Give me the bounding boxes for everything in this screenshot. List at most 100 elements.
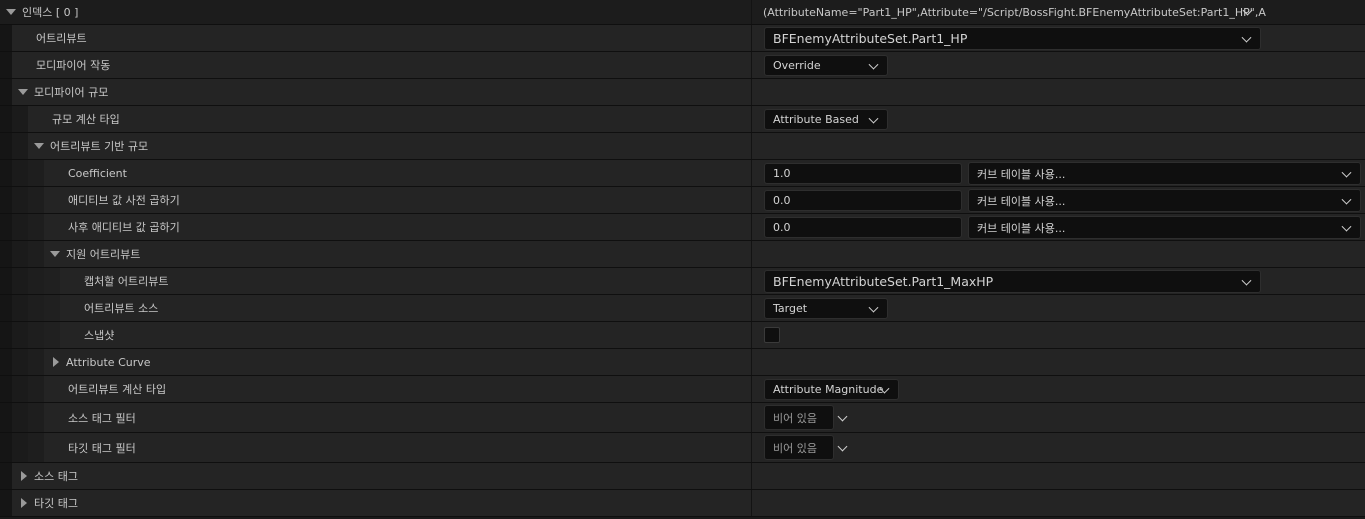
row-source-tag-filter: 소스 태그 필터 비어 있음 <box>0 403 1365 433</box>
attribute-based-magnitude-label: 어트리뷰트 기반 규모 <box>50 140 149 153</box>
indent-gutter <box>0 268 12 294</box>
chevron-down-icon <box>1341 167 1352 178</box>
indent-gutter <box>12 433 28 462</box>
coefficient-curve-select[interactable]: 커브 테이블 사용... <box>968 162 1361 185</box>
pre-multiply-curve-label: 커브 테이블 사용... <box>977 194 1066 208</box>
row-attribute: 어트리뷰트 BFEnemyAttributeSet.Part1_HP <box>0 25 1365 52</box>
expand-arrow-icon <box>34 143 44 149</box>
row-attribute-curve: Attribute Curve <box>0 349 1365 376</box>
source-tags-label: 소스 태그 <box>34 470 78 483</box>
indent-gutter <box>0 160 12 186</box>
indent-gutter <box>0 376 12 402</box>
capture-attribute-select[interactable]: BFEnemyAttributeSet.Part1_MaxHP <box>764 270 1261 293</box>
indent-gutter <box>28 376 44 402</box>
indent-gutter <box>0 52 12 78</box>
indent-gutter <box>12 403 28 432</box>
chevron-down-icon <box>868 59 879 70</box>
indent-gutter <box>28 187 44 213</box>
attribute-calc-type-value: Attribute Magnitude <box>773 383 884 396</box>
row-attribute-calc-type: 어트리뷰트 계산 타입 Attribute Magnitude <box>0 376 1365 403</box>
attribute-curve-expander[interactable]: Attribute Curve <box>53 349 151 375</box>
indent-gutter <box>0 463 12 489</box>
indent-gutter <box>12 133 28 159</box>
snapshot-checkbox[interactable] <box>764 327 780 343</box>
row-attribute-source: 어트리뷰트 소스 Target <box>0 295 1365 322</box>
chevron-down-icon <box>1341 221 1352 232</box>
post-multiply-curve-label: 커브 테이블 사용... <box>977 221 1066 235</box>
capture-attribute-value: BFEnemyAttributeSet.Part1_MaxHP <box>773 274 994 289</box>
indent-gutter <box>0 403 12 432</box>
row-index-0: 인덱스 [ 0 ] (AttributeName="Part1_HP",Attr… <box>0 0 1365 25</box>
indent-gutter <box>28 349 44 375</box>
indent-gutter <box>44 322 60 348</box>
attribute-calc-type-select[interactable]: Attribute Magnitude <box>764 379 899 400</box>
indent-gutter <box>28 241 44 267</box>
pre-multiply-curve-select[interactable]: 커브 테이블 사용... <box>968 189 1361 212</box>
target-tags-label: 타깃 태그 <box>34 497 78 510</box>
snapshot-label: 스냅샷 <box>84 329 115 342</box>
target-tag-filter-value: 비어 있음 <box>773 441 817 455</box>
target-tags-expander[interactable]: 타깃 태그 <box>21 490 78 516</box>
modifier-magnitude-expander[interactable]: 모디파이어 규모 <box>18 79 108 105</box>
source-tags-expander[interactable]: 소스 태그 <box>21 463 78 489</box>
indent-gutter <box>12 322 28 348</box>
coefficient-input[interactable]: 1.0 <box>764 163 962 184</box>
post-multiply-input[interactable]: 0.0 <box>764 217 962 238</box>
indent-gutter <box>28 160 44 186</box>
post-multiply-label: 사후 애디티브 값 곱하기 <box>68 221 180 234</box>
attribute-select[interactable]: BFEnemyAttributeSet.Part1_HP <box>764 27 1261 50</box>
attribute-calc-type-label: 어트리뷰트 계산 타입 <box>68 383 167 396</box>
indent-gutter <box>0 241 12 267</box>
coefficient-curve-label: 커브 테이블 사용... <box>977 167 1066 181</box>
magnitude-calc-type-value: Attribute Based <box>773 113 859 126</box>
expand-arrow-icon <box>6 9 16 15</box>
source-tag-filter-chevron-icon[interactable] <box>837 411 848 422</box>
indent-gutter <box>12 376 28 402</box>
post-multiply-value: 0.0 <box>773 221 791 234</box>
index-value-cell: (AttributeName="Part1_HP",Attribute="/Sc… <box>751 0 1365 24</box>
chevron-down-icon <box>868 302 879 313</box>
attribute-source-select[interactable]: Target <box>764 298 888 319</box>
indent-gutter <box>12 160 28 186</box>
magnitude-calc-type-select[interactable]: Attribute Based <box>764 109 888 130</box>
row-pre-multiply: 애디티브 값 사전 곱하기 0.0 커브 테이블 사용... <box>0 187 1365 214</box>
row-snapshot: 스냅샷 <box>0 322 1365 349</box>
row-source-tags: 소스 태그 <box>0 463 1365 490</box>
index-expander[interactable]: 인덱스 [ 0 ] <box>6 0 78 24</box>
post-multiply-curve-select[interactable]: 커브 테이블 사용... <box>968 216 1361 239</box>
pre-multiply-input[interactable]: 0.0 <box>764 190 962 211</box>
row-backing-attribute: 지원 어트리뷰트 <box>0 241 1365 268</box>
indent-gutter <box>0 187 12 213</box>
indent-gutter <box>12 295 28 321</box>
pre-multiply-label: 애디티브 값 사전 곱하기 <box>68 194 180 207</box>
chevron-down-icon <box>1341 194 1352 205</box>
backing-attribute-expander[interactable]: 지원 어트리뷰트 <box>50 241 140 267</box>
target-tag-filter-field[interactable]: 비어 있음 <box>764 435 834 460</box>
row-target-tags: 타깃 태그 <box>0 490 1365 517</box>
attribute-based-magnitude-expander[interactable]: 어트리뷰트 기반 규모 <box>34 133 148 159</box>
modifier-op-select[interactable]: Override <box>764 55 888 76</box>
chevron-down-icon <box>868 113 879 124</box>
indent-gutter <box>0 295 12 321</box>
row-attribute-based-magnitude: 어트리뷰트 기반 규모 <box>0 133 1365 160</box>
indent-gutter <box>0 322 12 348</box>
collapse-arrow-icon <box>21 471 27 481</box>
row-post-multiply: 사후 애디티브 값 곱하기 0.0 커브 테이블 사용... <box>0 214 1365 241</box>
indent-gutter <box>0 433 12 462</box>
indent-gutter <box>28 268 44 294</box>
coefficient-label: Coefficient <box>68 166 127 180</box>
indent-gutter <box>0 349 12 375</box>
row-magnitude-calc-type: 규모 계산 타입 Attribute Based <box>0 106 1365 133</box>
pre-multiply-value: 0.0 <box>773 194 791 207</box>
source-tag-filter-field[interactable]: 비어 있음 <box>764 405 834 430</box>
modifier-op-label: 모디파이어 작동 <box>36 59 111 72</box>
attribute-value: BFEnemyAttributeSet.Part1_HP <box>773 31 968 46</box>
indent-gutter <box>12 187 28 213</box>
row-capture-attribute: 캡처할 어트리뷰트 BFEnemyAttributeSet.Part1_MaxH… <box>0 268 1365 295</box>
indent-gutter <box>12 214 28 240</box>
target-tag-filter-chevron-icon[interactable] <box>837 441 848 452</box>
indent-gutter <box>0 133 12 159</box>
indent-gutter <box>28 295 44 321</box>
modifier-op-value: Override <box>773 59 821 72</box>
indent-gutter <box>0 490 12 516</box>
